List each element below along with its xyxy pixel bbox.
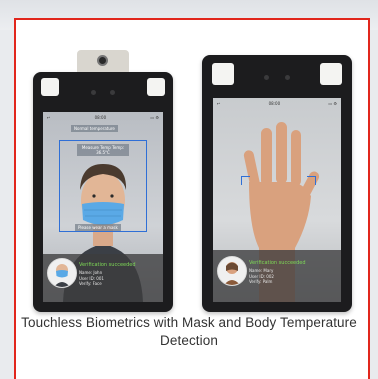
terminal-screen: ↩ 08:00 ▭ ⚙ Verification succeeded Name:…	[213, 98, 341, 302]
verify-mode: Verify: Face	[79, 281, 102, 286]
user-details: Name: Mary User ID: 002 Verify: Palm	[249, 268, 274, 285]
verification-status: Verification succeeded	[79, 262, 136, 268]
terminal-screen: ↩ 08:00 ▭ ⚙ Normal temperature Measure T…	[43, 112, 163, 302]
palm-detection-corner	[241, 176, 250, 185]
palm-detection-corner	[307, 176, 316, 185]
light-sensor-right	[320, 63, 342, 85]
palm-recognition-terminal: ↩ 08:00 ▭ ⚙ Verification succeeded Name:…	[202, 55, 352, 312]
light-sensor-right	[147, 78, 165, 96]
measured-temperature-tag: Measure Temp Temp: 36.5°C	[77, 144, 129, 156]
mask-status-tag: Please wear a mask	[75, 224, 121, 231]
user-name: Name: John	[79, 270, 103, 275]
user-name: Name: Mary	[249, 268, 274, 273]
verification-status: Verification succeeded	[249, 260, 306, 266]
ir-camera-dot	[110, 90, 115, 95]
thermal-camera-module	[77, 50, 129, 72]
ir-camera-dot	[264, 75, 269, 80]
light-sensor-left	[212, 63, 234, 85]
ir-camera-dot	[285, 75, 290, 80]
verification-result-panel: Verification succeeded Name: John User I…	[43, 254, 163, 302]
light-sensor-left	[41, 78, 59, 96]
face-recognition-terminal: ↩ 08:00 ▭ ⚙ Normal temperature Measure T…	[33, 50, 173, 312]
ir-camera-dot	[91, 90, 96, 95]
avatar	[217, 256, 247, 286]
product-caption: Touchless Biometrics with Mask and Body …	[21, 315, 357, 348]
camera-lens-icon	[97, 55, 108, 66]
avatar	[47, 258, 77, 288]
verify-mode: Verify: Palm	[249, 279, 273, 284]
user-details: Name: John User ID: 001 Verify: Face	[79, 270, 104, 287]
verification-result-panel: Verification succeeded Name: Mary User I…	[213, 250, 341, 302]
